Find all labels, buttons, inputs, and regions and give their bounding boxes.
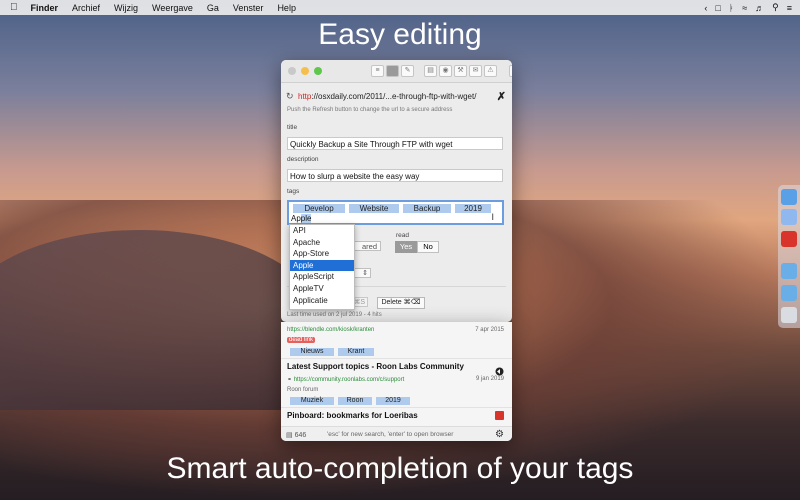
list-view-icon[interactable]: ≡ [371,65,384,77]
title-label: title [287,124,298,131]
trash-icon[interactable] [781,307,797,323]
search-icon[interactable]: ⚲ [772,2,779,13]
result-url[interactable]: https://blendle.com/kiosk/kranten [287,327,374,333]
tag-chip[interactable]: Backup [403,204,451,213]
autocomplete-dropdown: API Apache App-Store Apple AppleScript A… [289,224,355,310]
chart-icon[interactable]: ▤ [424,65,437,77]
grid-view-icon[interactable] [386,65,399,77]
results-list: https://blendle.com/kiosk/kranten 7 apr … [281,322,512,441]
status-icons: ‹ □ ᛓ ≈ ♬ ⚲ ≡ [704,0,792,15]
title-field[interactable]: Quickly Backup a Site Through FTP with w… [287,137,503,150]
wifi-icon[interactable]: ≈ [742,3,747,13]
share-icon[interactable]: ⇧ [509,65,512,77]
menu-archief[interactable]: Archief [65,3,107,13]
menu-help[interactable]: Help [270,3,303,13]
autocomplete-item[interactable]: AppleTV [290,283,354,295]
footer-hint: 'esc' for new search, 'enter' to open br… [327,431,454,438]
tags-field[interactable]: Develop Website Backup 2019 Apple I [287,200,504,225]
delete-button[interactable]: Delete ⌘⌫ [377,297,425,309]
autocomplete-item[interactable]: API [290,225,354,237]
url-row: ↻ http://osxdaily.com/2011/...e-through-… [286,91,508,103]
result-tag[interactable]: Muziek [290,397,334,405]
dock [778,185,800,328]
read-yes-button[interactable]: Yes [395,241,417,253]
title-bar: ≡ ✎ ▤ ◉ ⚒ ✉ ⚠ ⇧ [281,60,512,83]
result-description: Roon forum [287,387,319,393]
dead-link-badge: dead link [287,337,316,343]
result-date: 7 apr 2015 [475,327,504,333]
autocomplete-item[interactable]: AppleScript [290,271,354,283]
mail-icon[interactable]: ✉ [469,65,482,77]
close-editor-icon[interactable]: ✗ [497,90,506,103]
downloads-app-icon[interactable] [781,209,797,225]
footer-bar: ▤ 646 'esc' for new search, 'enter' to o… [281,426,512,441]
folder-icon[interactable] [781,263,797,279]
result-url[interactable]: ⚭ https://community.roonlabs.com/c/suppo… [287,376,404,383]
tags-label: tags [287,188,300,195]
toolbar: ≡ ✎ ▤ ◉ ⚒ ✉ ⚠ ⇧ [371,65,512,77]
result-date: 9 jan 2019 [475,376,504,382]
read-label: read [396,232,410,239]
tag-chip[interactable]: 2019 [455,204,491,213]
menu-wijzig[interactable]: Wijzig [107,3,145,13]
tag-chip[interactable]: Website [349,204,399,213]
result-tag[interactable]: 2019 [376,397,410,405]
autocomplete-item[interactable]: Applicatie [290,295,354,307]
text-cursor-icon: I [491,212,494,222]
binoculars-icon[interactable]: ◉ [439,65,452,77]
menu-finder[interactable]: Finder [24,3,66,13]
downloads-folder-icon[interactable] [781,285,797,301]
description-field[interactable]: How to slurp a website the easy way [287,169,503,182]
url-text[interactable]: http://osxdaily.com/2011/...e-through-ft… [298,92,476,101]
description-label: description [287,156,319,163]
menu-weergave[interactable]: Weergave [145,3,200,13]
finder-icon[interactable] [781,189,797,205]
gear-icon[interactable]: ⚙ [495,429,504,440]
link-icon: ⚭ [287,377,294,383]
close-button-icon[interactable] [288,67,296,75]
menu-bar:  Finder Archief Wijzig Weergave Ga Vens… [0,0,800,15]
read-toggle: Yes No [395,241,439,253]
url-hint: Push the Refresh button to change the ur… [287,107,453,113]
volume-icon[interactable]: ♬ [755,3,764,13]
warning-icon[interactable]: ⚠ [484,65,497,77]
edit-icon[interactable]: ✎ [401,65,414,77]
bookmark-count: ▤ 646 [286,432,307,439]
book-icon: ▤ [286,432,295,439]
bluetooth-icon[interactable]: ᛓ [729,3,734,13]
app-status-icon[interactable]: □ [715,3,720,13]
autocomplete-item[interactable]: Apache [290,237,354,249]
list-icon[interactable]: ≡ [787,3,792,13]
result-title[interactable]: Pinboard: bookmarks for Loeribas [287,411,418,420]
result-tag[interactable]: Roon [338,397,372,405]
minimize-button-icon[interactable] [301,67,309,75]
result-tag[interactable]: Nieuws [290,348,334,356]
headline-bottom: Smart auto-completion of your tags [166,452,634,485]
result-tag[interactable]: Krant [338,348,374,356]
headline-top: Easy editing [318,18,482,51]
read-no-button[interactable]: No [417,241,439,253]
speaker-icon [495,363,504,376]
menu-ga[interactable]: Ga [200,3,226,13]
chevron-left-icon[interactable]: ‹ [704,3,707,13]
autocomplete-item-active[interactable]: Apple [290,259,354,272]
last-used-text: Last time used on 2 jul 2019 - 4 hits [287,312,382,318]
wrench-icon[interactable]: ⚒ [454,65,467,77]
autocomplete-item[interactable]: App-Store [290,248,354,260]
tag-input-text: Apple [291,214,312,223]
refresh-icon[interactable]: ↻ [286,91,294,102]
menu-venster[interactable]: Venster [226,3,271,13]
pinboard-app-icon[interactable] [781,231,797,247]
apple-menu-icon[interactable]:  [0,2,24,13]
pinboard-icon [495,411,504,420]
result-title[interactable]: Latest Support topics - Roon Labs Commun… [287,362,464,371]
zoom-button-icon[interactable] [314,67,322,75]
tag-chip[interactable]: Develop [293,204,345,213]
